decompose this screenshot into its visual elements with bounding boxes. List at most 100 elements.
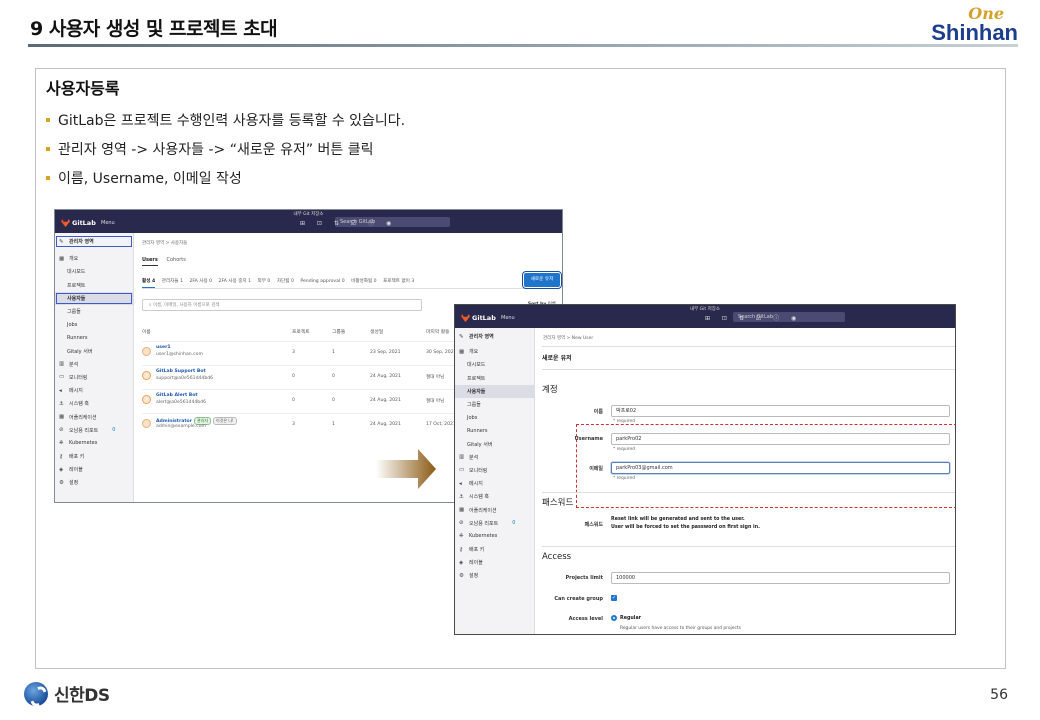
username-field[interactable]: parkPro02 (611, 433, 950, 445)
email-field[interactable]: parkPro03@gmail.com (611, 462, 950, 474)
sidebar-item-kubernetes[interactable]: ⎈ Kubernetes (55, 437, 133, 450)
new-user-main: 관리자 영역 > New User 새로운 유저 계정 이름 박프로02 * r… (535, 328, 955, 634)
menu-button[interactable]: Menu (501, 315, 515, 321)
kubernetes-icon: ⎈ (59, 439, 64, 446)
sidebar-item-jobs[interactable]: Jobs (55, 318, 133, 331)
sidebar-item-analytics[interactable]: ▥ 분석 (55, 358, 133, 371)
gitlab-logo-icon[interactable] (461, 314, 470, 322)
filter-pending[interactable]: Pending approval 0 (300, 279, 344, 284)
sidebar-item-kubernetes[interactable]: ⎈ Kubernetes (455, 530, 534, 543)
kubernetes-icon: ⎈ (459, 532, 464, 539)
section-access: Access (542, 552, 572, 562)
sidebar-item-jobs[interactable]: Jobs (455, 411, 534, 424)
hook-icon: ⚓ (459, 493, 464, 500)
sidebar-item-hooks[interactable]: ⚓ 시스템 훅 (55, 397, 133, 410)
key-icon: ⚷ (59, 453, 64, 460)
bullet-item: 이름, Username, 이메일 작성 (46, 163, 405, 192)
new-user-button[interactable]: 새로운 유저 (522, 271, 562, 289)
filter-2fa-off[interactable]: 2FA 사용 중지 1 (219, 279, 252, 284)
gear-icon: ⚙ (59, 479, 64, 486)
sidebar-item-settings[interactable]: ⚙ 설정 (455, 569, 534, 582)
sidebar-item-abuse[interactable]: ⊘ 오남용 리포트 0 (455, 517, 534, 530)
filter-active[interactable]: 활성 4 (142, 279, 156, 288)
sidebar-item-deploy-keys[interactable]: ⚷ 배포 키 (55, 450, 133, 463)
divider (542, 369, 955, 370)
gitlab-topbar: 내부 Git 저장소 GitLab Menu Search GitLab ⊞ ⊡… (55, 210, 562, 233)
access-level-label: Access level (568, 616, 603, 622)
key-icon: ⚷ (459, 546, 464, 553)
label-icon: ◈ (459, 559, 464, 566)
overview-icon: ▦ (59, 255, 65, 262)
name-label: 이름 (593, 409, 603, 415)
filter-external[interactable]: 외부 0 (258, 279, 271, 284)
password-info: Reset link will be generated and sent to… (611, 517, 760, 530)
sidebar-item-runners[interactable]: Runners (455, 424, 534, 437)
top-icons[interactable]: ⊞ ⊡ ⇅ ☑ ⓘ ◉ (705, 313, 801, 322)
sidebar-item-hooks[interactable]: ⚓ 시스템 훅 (455, 490, 534, 503)
bullet-list: GitLab은 프로젝트 수행인력 사용자를 등록할 수 있습니다. 관리자 영… (46, 105, 405, 192)
sidebar-item-analytics[interactable]: ▥ 분석 (455, 451, 534, 464)
filter-2fa-on[interactable]: 2FA 사용 0 (189, 279, 212, 284)
bullet-square-icon (46, 146, 50, 151)
sidebar-item-overview[interactable]: ▦ 개요 (55, 252, 133, 265)
arrow-right-icon (376, 449, 436, 489)
apps-icon: ▦ (59, 414, 65, 421)
gitlab-name[interactable]: GitLab (472, 314, 496, 322)
brand-shinhan: Shinhan (931, 20, 1018, 45)
gitlab-logo-icon[interactable] (61, 219, 70, 227)
sidebar-item-messages[interactable]: ◂ 메시지 (55, 384, 133, 397)
admin-sidebar: ✎ 관리자 영역 ▦ 개요 대시보드 프로젝트 사용자들 그룹들 Jobs Runn… (455, 328, 535, 634)
sidebar-item-monitoring[interactable]: ▭ 모니터링 (455, 464, 534, 477)
users-search-input[interactable]: ⌕ 이름, 이메일, 사용자 이름으로 검색 (142, 299, 422, 311)
abuse-icon: ⊘ (59, 427, 64, 434)
sidebar-item-runners[interactable]: Runners (55, 331, 133, 344)
breadcrumb[interactable]: 관리자 영역 > New User (543, 335, 593, 341)
sidebar-item-dashboard[interactable]: 대시보드 (55, 265, 133, 278)
menu-button[interactable]: Menu (101, 220, 115, 226)
filter-no-projects[interactable]: 프로젝트 없이 3 (383, 279, 414, 284)
divider (542, 492, 955, 493)
sidebar-item-settings[interactable]: ⚙ 설정 (55, 476, 133, 489)
gitlab-topbar: 내부 Git 저장소 GitLab Menu Search GitLab ⊞ ⊡… (455, 305, 955, 328)
can-create-group-checkbox[interactable]: ✓ (611, 595, 617, 601)
sidebar-item-groups[interactable]: 그룹들 (455, 398, 534, 411)
access-regular-radio[interactable] (611, 615, 617, 621)
monitor-icon: ▭ (459, 467, 465, 474)
sidebar-item-gitaly[interactable]: Gitaly 서버 (55, 345, 133, 358)
sidebar-item-abuse[interactable]: ⊘ 오남용 리포트 0 (55, 424, 133, 437)
sidebar-item-users[interactable]: 사용자들 (455, 384, 534, 398)
footer-logo-text: 신한DS (54, 686, 110, 706)
sidebar-item-labels[interactable]: ◈ 레이블 (455, 556, 534, 569)
breadcrumb[interactable]: 관리자 영역 > 사용자들 (142, 240, 187, 246)
tab-cohorts[interactable]: Cohorts (166, 257, 185, 263)
sidebar-item-apps[interactable]: ▦ 어플리케이션 (55, 410, 133, 423)
bullet-square-icon (46, 117, 50, 122)
sidebar-item-apps[interactable]: ▦ 어플리케이션 (455, 503, 534, 516)
users-tabs: Users Cohorts (142, 257, 193, 266)
filter-admins[interactable]: 관리자들 1 (162, 279, 183, 284)
sidebar-item-projects[interactable]: 프로젝트 (55, 279, 133, 292)
filter-blocked[interactable]: 차단됨 0 (277, 279, 294, 284)
sidebar-item-overview[interactable]: ▦ 개요 (455, 345, 534, 358)
sidebar-item-monitoring[interactable]: ▭ 모니터링 (55, 371, 133, 384)
sidebar-item-deploy-keys[interactable]: ⚷ 배포 키 (455, 543, 534, 556)
monitor-icon: ▭ (59, 374, 65, 381)
top-icons[interactable]: ⊞ ⊡ ⇅ ☑ ⓘ ◉ (300, 218, 396, 227)
sidebar-header[interactable]: ✎ 관리자 영역 (55, 235, 133, 248)
sidebar-header[interactable]: ✎ 관리자 영역 (455, 330, 534, 343)
sidebar-item-labels[interactable]: ◈ 레이블 (55, 463, 133, 476)
sidebar-item-projects[interactable]: 프로젝트 (455, 372, 534, 385)
sidebar-item-gitaly[interactable]: Gitaly 서버 (455, 438, 534, 451)
sidebar-item-groups[interactable]: 그룹들 (55, 305, 133, 318)
title-underline (28, 44, 1018, 47)
sidebar-item-users[interactable]: 사용자들 (55, 291, 133, 305)
name-field[interactable]: 박프로02 (611, 405, 950, 417)
gitlab-name[interactable]: GitLab (72, 219, 96, 227)
divider (542, 546, 955, 547)
sidebar-item-dashboard[interactable]: 대시보드 (455, 358, 534, 371)
projects-limit-field[interactable]: 100000 (611, 572, 950, 584)
filter-deactivated[interactable]: 비활성화됨 0 (351, 279, 377, 284)
tab-users[interactable]: Users (142, 257, 158, 266)
sidebar-item-messages[interactable]: ◂ 메시지 (455, 477, 534, 490)
section-password: 패스워드 (542, 498, 574, 508)
